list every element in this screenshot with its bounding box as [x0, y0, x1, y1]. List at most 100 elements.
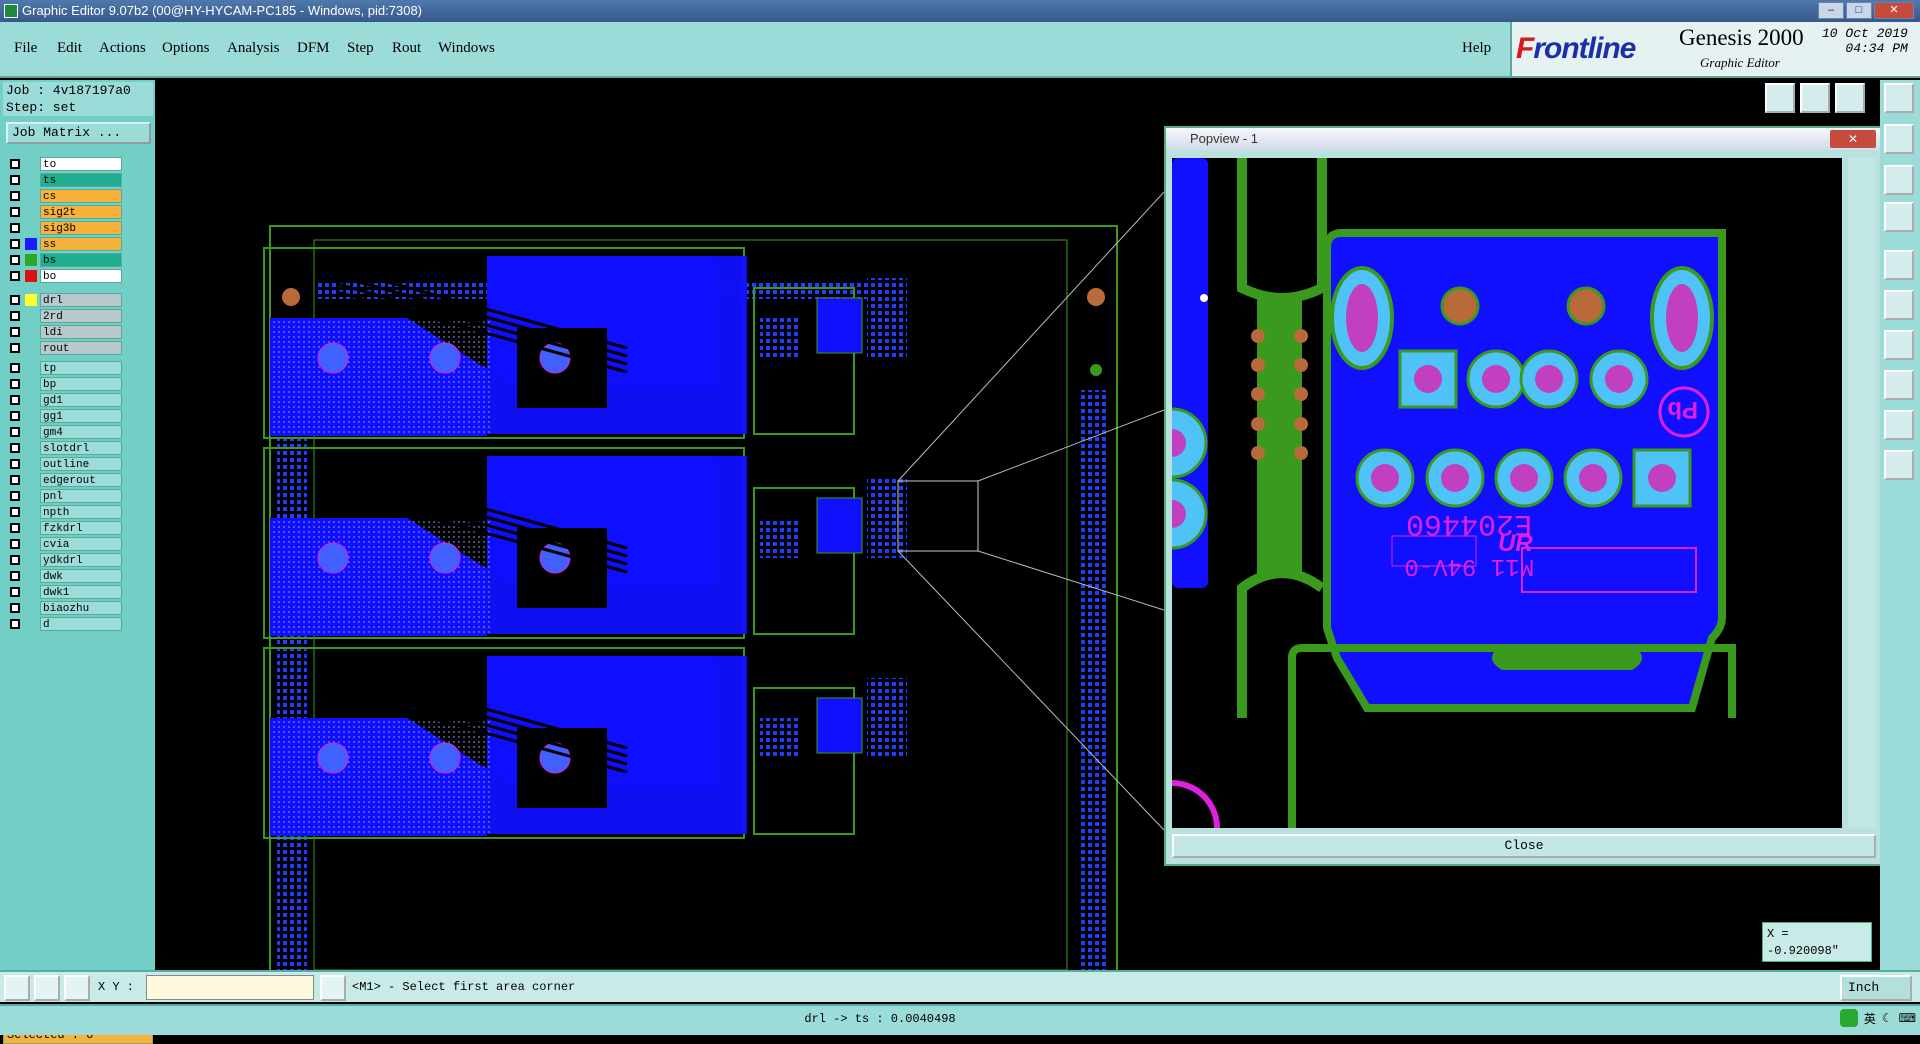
unit-selector[interactable]: Inch [1840, 975, 1912, 1001]
layer-checkbox[interactable] [10, 159, 20, 169]
layer-name[interactable]: 2rd [40, 309, 122, 323]
layer-checkbox[interactable] [10, 207, 20, 217]
layer-checkbox[interactable] [10, 239, 20, 249]
minimize-button[interactable]: – [1818, 2, 1844, 19]
layer-checkbox[interactable] [10, 443, 20, 453]
layer-checkbox[interactable] [10, 539, 20, 549]
layer-checkbox[interactable] [10, 295, 20, 305]
layer-row[interactable]: slotdrl [6, 440, 124, 456]
menu-rout[interactable]: Rout [392, 40, 421, 57]
toolbar-button-5[interactable] [1884, 124, 1914, 154]
menu-edit[interactable]: Edit [57, 40, 82, 57]
layer-name[interactable]: sig2t [40, 205, 122, 219]
layer-name[interactable]: drl [40, 293, 122, 307]
layer-name[interactable]: rout [40, 341, 122, 355]
layer-row[interactable]: gg1 [6, 408, 124, 424]
layer-checkbox[interactable] [10, 311, 20, 321]
layer-row[interactable]: sig2t [6, 204, 124, 220]
layer-color-swatch[interactable] [25, 410, 37, 422]
layer-name[interactable]: biaozhu [40, 601, 122, 615]
layer-checkbox[interactable] [10, 475, 20, 485]
layer-name[interactable]: gg1 [40, 409, 122, 423]
layer-color-swatch[interactable] [25, 570, 37, 582]
menu-file[interactable]: File [14, 40, 37, 57]
layer-row[interactable]: biaozhu [6, 600, 124, 616]
layer-name[interactable]: gm4 [40, 425, 122, 439]
layer-row[interactable]: pnl [6, 488, 124, 504]
layer-row[interactable]: 2rd [6, 308, 124, 324]
layer-color-swatch[interactable] [25, 442, 37, 454]
popview-close-button[interactable]: Close [1172, 834, 1876, 858]
toolbar-button-4[interactable] [1884, 83, 1914, 113]
menu-dfm[interactable]: DFM [297, 40, 330, 57]
layer-checkbox[interactable] [10, 603, 20, 613]
layer-checkbox[interactable] [10, 459, 20, 469]
maximize-button[interactable]: □ [1846, 2, 1872, 19]
layer-color-swatch[interactable] [25, 158, 37, 170]
layer-color-swatch[interactable] [25, 490, 37, 502]
layer-name[interactable]: dwk1 [40, 585, 122, 599]
close-window-button[interactable]: ✕ [1874, 2, 1914, 19]
help-icon[interactable] [1884, 165, 1914, 195]
layer-row[interactable]: fzkdrl [6, 520, 124, 536]
menu-help[interactable]: Help [1462, 40, 1491, 57]
layer-row[interactable]: bs [6, 252, 124, 268]
layer-color-swatch[interactable] [25, 174, 37, 186]
layer-color-swatch[interactable] [25, 270, 37, 282]
layer-checkbox[interactable] [10, 271, 20, 281]
layer-checkbox[interactable] [10, 587, 20, 597]
layer-color-swatch[interactable] [25, 206, 37, 218]
layer-row[interactable]: ydkdrl [6, 552, 124, 568]
layer-name[interactable]: bp [40, 377, 122, 391]
layer-color-swatch[interactable] [25, 326, 37, 338]
layer-color-swatch[interactable] [25, 294, 37, 306]
layer-checkbox[interactable] [10, 507, 20, 517]
toolbar-button-2[interactable] [1800, 83, 1830, 113]
layer-name[interactable]: tp [40, 361, 122, 375]
layer-row[interactable]: bp [6, 376, 124, 392]
popview-canvas[interactable]: Pb E204460 M11 94V-0 UR [1172, 158, 1842, 828]
layer-name[interactable]: gd1 [40, 393, 122, 407]
layer-row[interactable]: dwk [6, 568, 124, 584]
layer-color-swatch[interactable] [25, 310, 37, 322]
layer-row[interactable]: drl [6, 292, 124, 308]
layer-checkbox[interactable] [10, 491, 20, 501]
layer-name[interactable]: slotdrl [40, 441, 122, 455]
layer-checkbox[interactable] [10, 363, 20, 373]
menu-analysis[interactable]: Analysis [227, 40, 280, 57]
layer-name[interactable]: to [40, 157, 122, 171]
layer-name[interactable]: cvia [40, 537, 122, 551]
layer-row[interactable]: npth [6, 504, 124, 520]
layer-name[interactable]: ldi [40, 325, 122, 339]
layer-row[interactable]: edgerout [6, 472, 124, 488]
layer-name[interactable]: ydkdrl [40, 553, 122, 567]
layer-color-swatch[interactable] [25, 458, 37, 470]
layer-row[interactable]: tp [6, 360, 124, 376]
layer-color-swatch[interactable] [25, 362, 37, 374]
toolbar-button-9[interactable] [1884, 290, 1914, 320]
layer-color-swatch[interactable] [25, 554, 37, 566]
layer-color-swatch[interactable] [25, 506, 37, 518]
home-icon[interactable] [1835, 83, 1865, 113]
layer-row[interactable]: cvia [6, 536, 124, 552]
layer-color-swatch[interactable] [25, 474, 37, 486]
layer-name[interactable]: outline [40, 457, 122, 471]
toolbar-button-13[interactable] [1884, 450, 1914, 480]
layer-row[interactable]: to [6, 156, 124, 172]
measure-icon[interactable] [34, 975, 60, 1001]
xy-input[interactable] [146, 975, 314, 1000]
moon-icon[interactable]: ☾ [1882, 1011, 1893, 1025]
layer-row[interactable]: sig3b [6, 220, 124, 236]
menu-options[interactable]: Options [162, 40, 210, 57]
layer-name[interactable]: cs [40, 189, 122, 203]
layer-name[interactable]: pnl [40, 489, 122, 503]
toolbar-button-7[interactable] [1884, 202, 1914, 232]
layer-row[interactable]: rout [6, 340, 124, 356]
layer-color-swatch[interactable] [25, 342, 37, 354]
popview-close-x[interactable]: ✕ [1830, 130, 1876, 148]
toolbar-button-11[interactable] [1884, 370, 1914, 400]
layer-color-swatch[interactable] [25, 222, 37, 234]
layer-row[interactable]: cs [6, 188, 124, 204]
layer-checkbox[interactable] [10, 523, 20, 533]
layer-checkbox[interactable] [10, 555, 20, 565]
